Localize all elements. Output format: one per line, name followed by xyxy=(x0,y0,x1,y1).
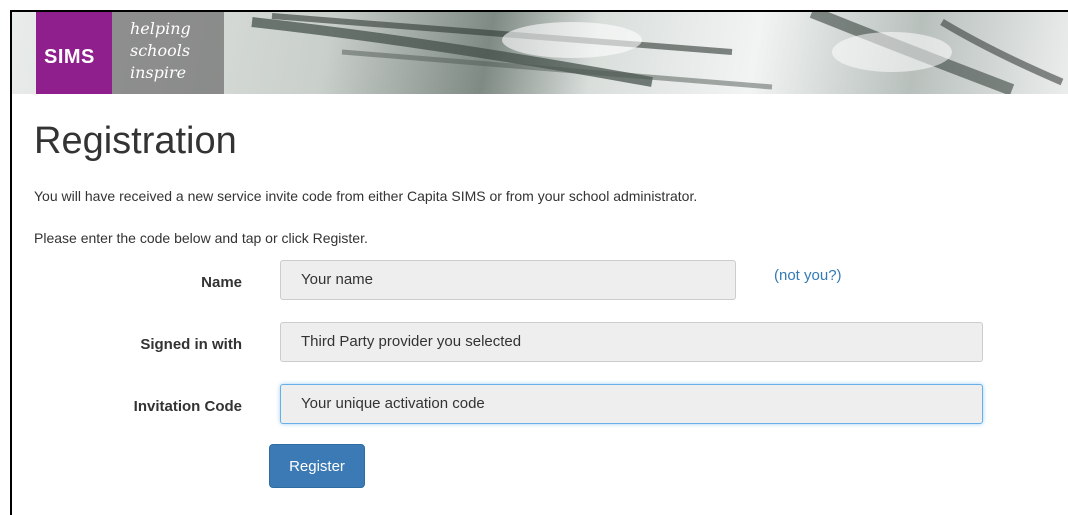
not-you-link[interactable]: (not you?) xyxy=(774,267,842,284)
brand-logo: SIMS xyxy=(44,46,95,68)
intro-text: You will have received a new service inv… xyxy=(34,188,698,204)
register-button[interactable]: Register xyxy=(269,444,365,488)
signed-in-label: Signed in with xyxy=(140,336,242,353)
tagline-line: helping xyxy=(130,19,191,38)
signed-in-field[interactable]: Third Party provider you selected xyxy=(280,322,983,362)
instruction-text: Please enter the code below and tap or c… xyxy=(34,230,368,246)
tagline-line: schools xyxy=(130,41,191,60)
invitation-code-input[interactable]: Your unique activation code xyxy=(280,384,983,424)
name-label: Name xyxy=(201,274,242,291)
tagline-line: inspire xyxy=(130,63,187,82)
tagline: helping schools inspire xyxy=(130,18,191,84)
header-banner: SIMS helping schools inspire xyxy=(12,12,1068,94)
page-title: Registration xyxy=(34,120,237,162)
page-frame: SIMS helping schools inspire Registratio… xyxy=(10,10,1068,515)
name-field[interactable]: Your name xyxy=(280,260,736,300)
invitation-code-label: Invitation Code xyxy=(133,398,242,415)
